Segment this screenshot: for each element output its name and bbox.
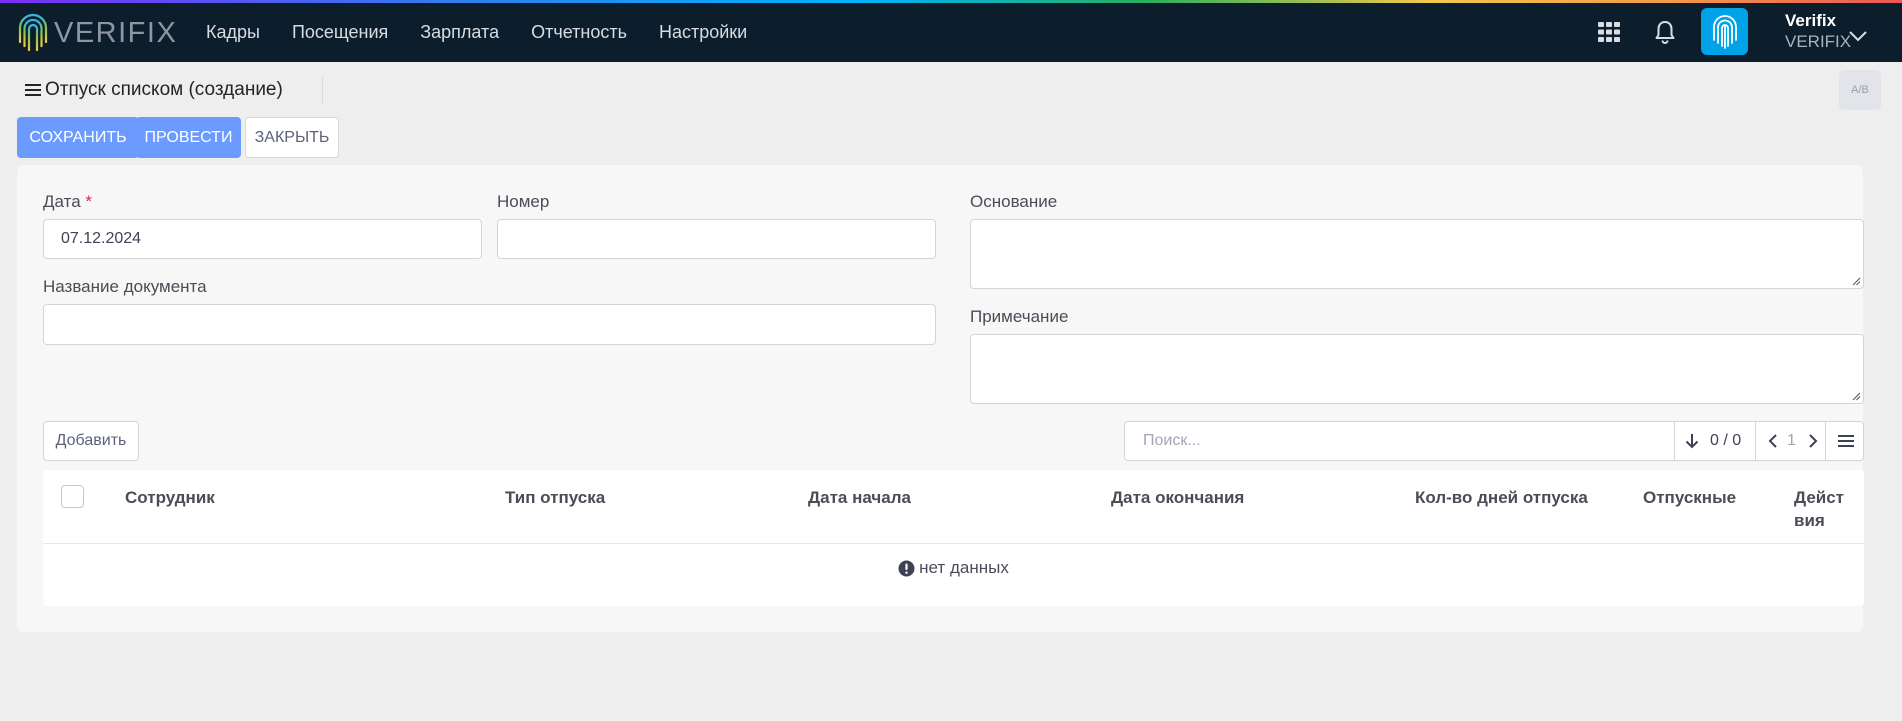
translate-button[interactable]: A/B	[1839, 70, 1881, 110]
columns-menu-icon[interactable]	[1838, 434, 1854, 448]
arrow-down-icon[interactable]	[1683, 432, 1701, 450]
resize-grip-icon[interactable]	[1852, 392, 1861, 401]
note-textarea[interactable]	[970, 334, 1864, 404]
user-organization: VERIFIX	[1785, 32, 1852, 51]
header-divider	[322, 76, 323, 104]
doc-name-label: Название документа	[43, 277, 207, 296]
empty-state-text: нет данных	[919, 558, 1009, 577]
column-header-actions[interactable]: Дейст вия	[1794, 486, 1844, 532]
table-separator	[43, 543, 1864, 544]
bell-icon[interactable]	[1654, 19, 1676, 45]
resize-grip-icon[interactable]	[1852, 277, 1861, 286]
menu-icon[interactable]	[25, 83, 41, 97]
date-field[interactable]: 07.12.2024	[43, 219, 482, 259]
translate-icon: A/B	[1851, 84, 1869, 96]
main-menu: Кадры Посещения Зарплата Отчетность Наст…	[190, 3, 763, 62]
column-header-vacation-pay[interactable]: Отпускные	[1643, 486, 1736, 509]
actions-header-line2: вия	[1794, 511, 1825, 530]
date-label-text: Дата	[43, 192, 81, 211]
grid-icon[interactable]	[1597, 20, 1621, 44]
select-all-checkbox[interactable]	[61, 485, 84, 508]
nav-item-settings[interactable]: Настройки	[659, 22, 747, 43]
page-header: Отпуск списком (создание)	[25, 76, 283, 104]
number-field[interactable]	[497, 219, 936, 259]
page-number: 1	[1787, 432, 1796, 449]
date-value: 07.12.2024	[61, 230, 142, 247]
date-label: Дата *	[43, 192, 92, 212]
nav-item-attendance[interactable]: Посещения	[292, 22, 388, 43]
column-header-vacation-type[interactable]: Тип отпуска	[505, 486, 605, 509]
save-button[interactable]: СОХРАНИТЬ	[17, 117, 139, 158]
column-header-employee[interactable]: Сотрудник	[125, 486, 215, 509]
doc-name-field[interactable]	[43, 304, 936, 345]
user-menu[interactable]: Verifix VERIFIX	[1785, 11, 1851, 53]
actions-header-line1: Дейст	[1794, 488, 1845, 507]
basis-label: Основание	[970, 192, 1058, 211]
record-count: 0 / 0	[1710, 432, 1742, 449]
nav-item-payroll[interactable]: Зарплата	[420, 22, 499, 43]
post-button[interactable]: ПРОВЕСТИ	[136, 117, 241, 158]
vacation-table: Сотрудник Тип отпуска Дата начала Дата о…	[43, 470, 1864, 606]
number-label: Номер	[497, 192, 550, 211]
chevron-down-icon[interactable]	[1848, 30, 1868, 42]
divider	[1755, 422, 1756, 460]
close-button[interactable]: ЗАКРЫТЬ	[245, 117, 339, 158]
top-navbar: VERIFIX Кадры Посещения Зарплата Отчетно…	[0, 3, 1902, 62]
fingerprint-logo-icon	[18, 13, 48, 54]
grid-search-bar: Поиск... 0 / 0 1	[1124, 421, 1864, 461]
user-name: Verifix	[1785, 11, 1837, 30]
logo[interactable]: VERIFIX	[16, 11, 177, 56]
empty-state: нет данных	[43, 558, 1864, 578]
page-title: Отпуск списком (создание)	[45, 79, 283, 100]
brand-name: VERIFIX	[54, 17, 178, 49]
nav-item-reports[interactable]: Отчетность	[531, 22, 627, 43]
chevron-right-icon[interactable]	[1806, 433, 1820, 449]
column-header-days-count[interactable]: Кол-во дней отпуска	[1415, 486, 1588, 509]
column-header-start-date[interactable]: Дата начала	[808, 486, 911, 509]
required-marker: *	[85, 192, 93, 211]
column-header-end-date[interactable]: Дата окончания	[1111, 486, 1244, 509]
note-label: Примечание	[970, 307, 1069, 326]
exclamation-circle-icon	[898, 560, 915, 576]
search-input[interactable]: Поиск...	[1143, 422, 1201, 460]
nav-item-personnel[interactable]: Кадры	[206, 22, 260, 43]
divider	[1674, 422, 1675, 460]
divider	[1825, 422, 1826, 460]
basis-textarea[interactable]	[970, 219, 1864, 289]
chevron-left-icon[interactable]	[1766, 433, 1780, 449]
add-button[interactable]: Добавить	[43, 421, 139, 461]
avatar[interactable]	[1701, 8, 1748, 55]
fingerprint-icon	[1712, 14, 1737, 49]
